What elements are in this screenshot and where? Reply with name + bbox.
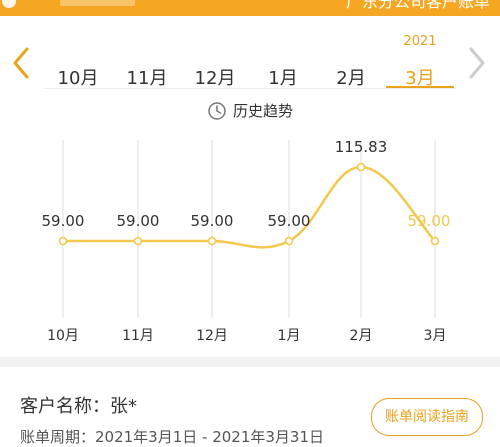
data-point-5: [430, 236, 440, 246]
month-tab-nov[interactable]: 11月: [112, 64, 182, 90]
data-label-5: 59.00: [408, 212, 451, 230]
x-tick-label-0: 10月: [47, 328, 79, 344]
customer-name: 客户名称：张*: [20, 396, 137, 417]
data-label-0: 59.00: [42, 212, 85, 230]
data-point-1: [133, 236, 143, 246]
billing-period: 账单周期：2021年3月1日 - 2021年3月31日: [20, 428, 325, 446]
data-label-2: 59.00: [191, 212, 234, 230]
month-tab-dec[interactable]: 12月: [180, 64, 250, 90]
x-tick-label-1: 11月: [122, 328, 154, 344]
data-point-2: [207, 236, 217, 246]
data-label-1: 59.00: [117, 212, 160, 230]
x-tick-label-2: 12月: [196, 328, 228, 344]
month-tab-feb[interactable]: 2月: [316, 64, 386, 90]
trend-title: 历史趋势: [232, 102, 293, 120]
x-tick-label-4: 2月: [350, 328, 373, 344]
bill-guide-button[interactable]: 账单阅读指南: [371, 398, 483, 436]
data-label-3: 59.00: [268, 212, 311, 230]
active-year-label: 2021: [403, 34, 437, 49]
data-point-3: [284, 236, 294, 246]
data-point-0: [58, 236, 68, 246]
trend-header: 历史趋势: [0, 100, 500, 125]
page-title: 广东分公司客户账单: [345, 0, 490, 11]
section-divider: [0, 357, 500, 367]
data-point-4: [356, 162, 366, 172]
chevron-right-icon[interactable]: [466, 46, 488, 80]
brand-logo: [60, 0, 135, 6]
x-tick-label-3: 1月: [278, 328, 301, 344]
app-header: 广东分公司客户账单: [0, 0, 500, 16]
data-label-4: 115.83: [335, 138, 388, 156]
month-tab-jan[interactable]: 1月: [248, 64, 318, 90]
divider-line: [44, 88, 456, 89]
chevron-left-icon[interactable]: [10, 46, 32, 80]
x-tick-label-5: 3月: [424, 328, 447, 344]
series-line: [63, 165, 436, 249]
location-icon: [2, 0, 16, 8]
month-tab-oct[interactable]: 10月: [43, 64, 113, 90]
clock-icon: [208, 101, 226, 120]
